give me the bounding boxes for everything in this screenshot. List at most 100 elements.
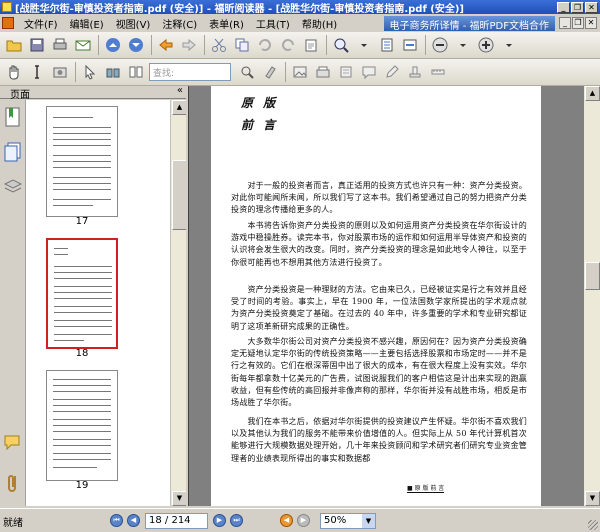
main-toolbar (0, 32, 600, 59)
comment-button[interactable] (359, 62, 379, 82)
side-tab-rail (0, 100, 26, 506)
page-number-field[interactable]: 18 / 214 (145, 513, 208, 529)
attachments-tab[interactable] (3, 472, 23, 498)
close-button[interactable]: ✕ (585, 1, 598, 13)
snapshot-icon (53, 67, 67, 78)
note-icon (340, 66, 352, 78)
scroll-up-arrow[interactable]: ▲ (585, 86, 600, 101)
zoom-tool-dropdown[interactable] (354, 35, 374, 55)
menu-tools[interactable]: 工具(T) (250, 16, 296, 31)
zoom-out-dropdown[interactable] (453, 35, 473, 55)
layers-tab[interactable] (3, 174, 23, 200)
paragraph: 对于一般的投资者而言，真正适用的投资方式也许只有一种：资产分类投资。对此你可能闻… (231, 181, 527, 215)
text-select-button[interactable] (27, 62, 47, 82)
last-page-button[interactable]: ⏭ (230, 514, 243, 527)
open-button[interactable] (4, 35, 24, 55)
chevron-down-icon (460, 44, 466, 47)
status-bar: 就绪 ⏮ ◀ 18 / 214 ▶ ⏭ ◀ ▶ 50% ▼ (0, 508, 600, 532)
rotate-button[interactable] (301, 35, 321, 55)
highlight-button[interactable] (260, 62, 280, 82)
menu-view[interactable]: 视图(V) (110, 16, 157, 31)
columns-icon (129, 66, 143, 78)
fit-width-button[interactable] (400, 35, 420, 55)
menu-form[interactable]: 表单(R) (203, 16, 250, 31)
thumbnails-scrollbar[interactable]: ▲ ▼ (170, 100, 187, 506)
doc-close-button[interactable]: ✕ (585, 17, 597, 29)
doc-minimize-button[interactable]: _ (559, 17, 571, 29)
typewriter-button[interactable] (313, 62, 333, 82)
pages-panel-header: 页面 « (0, 85, 187, 101)
scroll-thumb[interactable] (172, 160, 187, 230)
scroll-up-arrow[interactable]: ▲ (172, 100, 187, 115)
restore-button[interactable]: ❐ (571, 1, 584, 13)
resize-grip[interactable] (588, 520, 598, 530)
menu-help[interactable]: 帮助(H) (296, 16, 343, 31)
menu-file[interactable]: 文件(F) (18, 16, 64, 31)
page-heading-2: 前 言 (241, 118, 279, 132)
doc-restore-button[interactable]: ❐ (572, 17, 584, 29)
promo-banner[interactable]: 电子商务所译情 - 福昕PDF文档合作 (383, 15, 555, 32)
collapse-panel-button[interactable]: « (177, 85, 183, 96)
minimize-button[interactable]: _ (557, 1, 570, 13)
menu-bar: 文件(F) 编辑(E) 视图(V) 注释(C) 表单(R) 工具(T) 帮助(H… (0, 14, 600, 32)
page-down-button[interactable] (126, 35, 146, 55)
history-back-button[interactable]: ◀ (280, 514, 293, 527)
stamp-button[interactable] (405, 62, 425, 82)
forward-button[interactable] (179, 35, 199, 55)
image-button[interactable] (290, 62, 310, 82)
document-icon[interactable] (2, 17, 14, 29)
chevron-down-icon[interactable]: ▼ (362, 514, 375, 528)
pages-tab[interactable] (3, 140, 23, 166)
draw-button[interactable] (382, 62, 402, 82)
page-thumbnails-panel: 17 18 19 (26, 100, 187, 506)
pages-panel-title: 页面 (10, 90, 30, 101)
redo-button[interactable] (278, 35, 298, 55)
history-forward-button[interactable]: ▶ (297, 514, 310, 527)
save-button[interactable] (27, 35, 47, 55)
zoom-tool-button[interactable] (331, 35, 351, 55)
copy-icon (235, 38, 249, 52)
measure-button[interactable] (428, 62, 448, 82)
undo-button[interactable] (255, 35, 275, 55)
cut-button[interactable] (209, 35, 229, 55)
scroll-thumb[interactable] (585, 262, 600, 290)
document-scrollbar[interactable]: ▲ ▼ (584, 86, 600, 506)
hand-tool-button[interactable] (4, 62, 24, 82)
arrow-up-circle-icon (106, 38, 120, 52)
previous-page-button[interactable]: ◀ (127, 514, 140, 527)
find-button[interactable] (237, 62, 257, 82)
bookmarks-tab[interactable] (3, 106, 23, 132)
menu-comment[interactable]: 注释(C) (156, 16, 203, 31)
select-tool-button[interactable] (80, 62, 100, 82)
binoculars-button[interactable] (103, 62, 123, 82)
document-view: 原 版 前 言 对于一般的投资者而言，真正适用的投资方式也许只有一种：资产分类投… (188, 86, 600, 506)
print-button[interactable] (50, 35, 70, 55)
page-thumbnail[interactable] (46, 370, 118, 481)
columns-button[interactable] (126, 62, 146, 82)
comments-tab[interactable] (3, 432, 23, 458)
copy-button[interactable] (232, 35, 252, 55)
page-up-button[interactable] (103, 35, 123, 55)
zoom-in-icon (478, 37, 494, 53)
snapshot-button[interactable] (50, 62, 70, 82)
arrow-left-icon (159, 38, 173, 52)
menu-edit[interactable]: 编辑(E) (64, 16, 110, 31)
window-controls: _ ❐ ✕ (557, 1, 598, 13)
find-input[interactable]: 查找: (149, 63, 231, 81)
pdf-page: 原 版 前 言 对于一般的投资者而言，真正适用的投资方式也许只有一种：资产分类投… (211, 86, 541, 506)
scroll-down-arrow[interactable]: ▼ (585, 491, 600, 506)
scroll-down-arrow[interactable]: ▼ (172, 491, 187, 506)
back-button[interactable] (156, 35, 176, 55)
zoom-in-dropdown[interactable] (499, 35, 519, 55)
zoom-select[interactable]: 50% ▼ (320, 513, 376, 529)
fit-page-button[interactable] (377, 35, 397, 55)
first-page-button[interactable]: ⏮ (110, 514, 123, 527)
zoom-out-button[interactable] (430, 35, 450, 55)
page-thumbnail-selected[interactable] (46, 238, 118, 349)
email-button[interactable] (73, 35, 93, 55)
next-page-button[interactable]: ▶ (213, 514, 226, 527)
comment-icon (362, 66, 376, 80)
page-thumbnail[interactable] (46, 106, 118, 217)
zoom-in-button[interactable] (476, 35, 496, 55)
note-button[interactable] (336, 62, 356, 82)
